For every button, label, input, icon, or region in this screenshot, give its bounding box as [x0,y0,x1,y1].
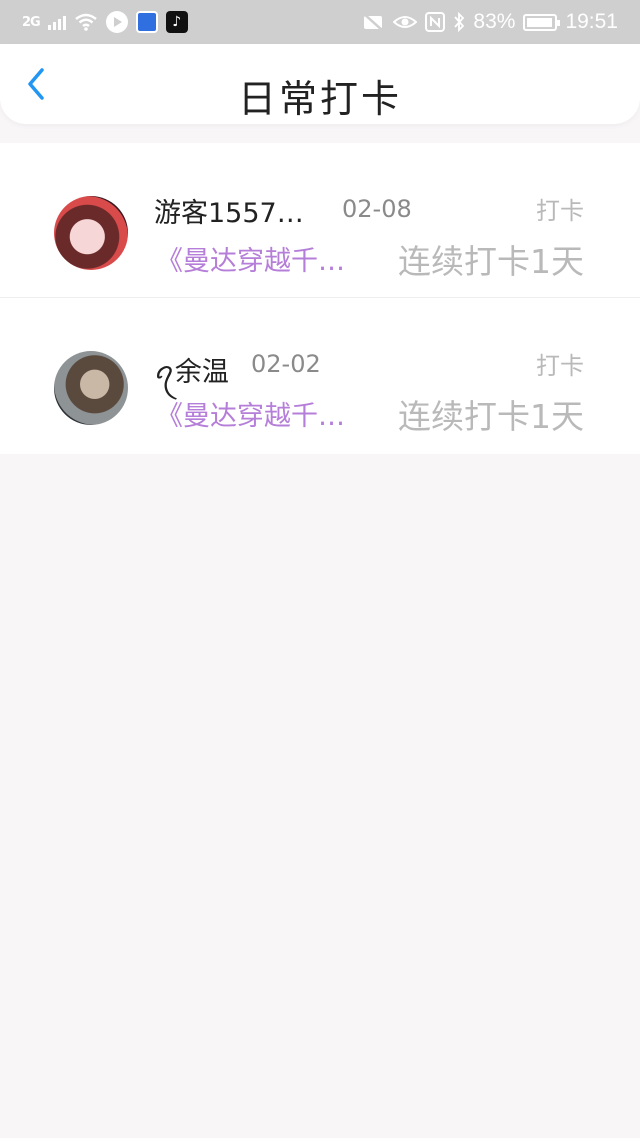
signal-icon [47,14,66,30]
checkin-tag: 打卡 [536,197,584,225]
play-icon [105,11,128,33]
signal-label: 2G [22,14,41,30]
status-bar: 2G ♪ 83% 19:51 [0,0,640,44]
checkin-date: 02-08 [342,195,412,223]
page-title: 日常打卡 [237,77,402,121]
battery-icon [523,13,561,31]
bluetooth-icon [454,12,465,32]
checkin-list: 游客1557… 02-08 打卡 《曼达穿越千… 连续打卡1天 ꪖ余温 02-0… [0,143,640,454]
streak-text: 连续打卡1天 [398,242,584,281]
baidu-app-icon [135,11,158,33]
status-left: 2G ♪ [22,11,188,33]
eye-icon [393,16,418,28]
avatar[interactable] [54,351,128,425]
book-title-link[interactable]: 《曼达穿越千… [156,239,345,278]
battery-percent: 83% [473,10,516,33]
book-title-link[interactable]: 《曼达穿越千… [156,394,345,433]
checkin-tag: 打卡 [536,352,584,380]
notification-off-icon [362,12,385,32]
user-name[interactable]: 游客1557… [154,191,304,230]
nav-bar: 日常打卡 [0,44,640,124]
status-right: 83% 19:51 [361,10,618,34]
checkin-date: 02-02 [251,350,321,378]
checkin-row[interactable]: ꪖ余温 02-02 打卡 《曼达穿越千… 连续打卡1天 [0,298,640,454]
streak-text: 连续打卡1天 [398,397,584,436]
checkin-row[interactable]: 游客1557… 02-08 打卡 《曼达穿越千… 连续打卡1天 [0,143,640,298]
tiktok-app-icon: ♪ [165,11,188,33]
nfc-icon [425,12,446,32]
clock: 19:51 [565,10,618,33]
avatar[interactable] [54,196,128,270]
wifi-icon [74,13,97,31]
